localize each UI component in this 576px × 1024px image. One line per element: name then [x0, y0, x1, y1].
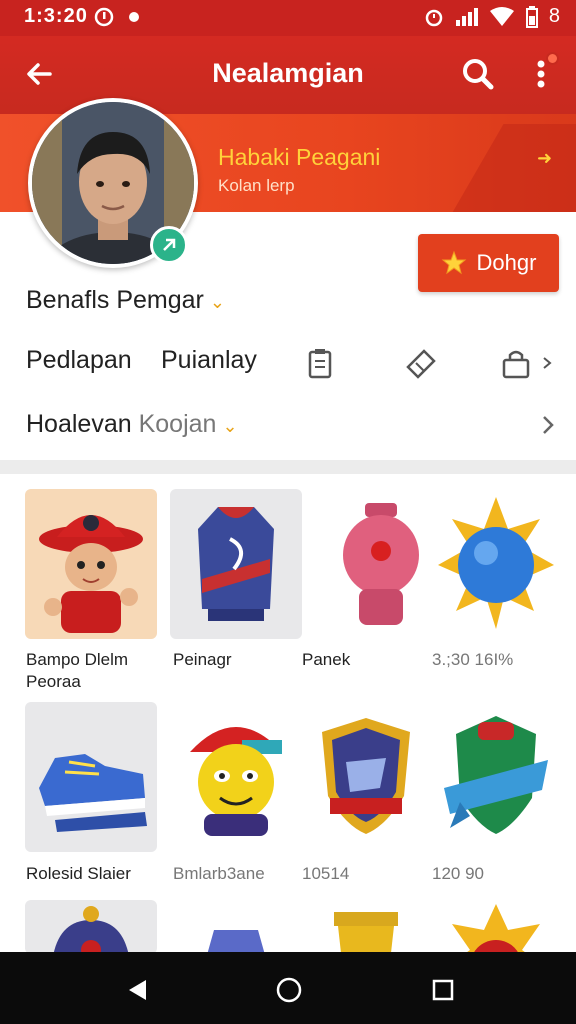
banner-decoration [428, 124, 576, 212]
item-card[interactable] [25, 900, 157, 954]
item-label: Panek [302, 650, 351, 669]
status-left-icons [94, 7, 140, 27]
chevron-down-icon: ⌄ [209, 292, 225, 312]
alarm-icon [425, 9, 443, 26]
follow-button-label: Dohgr [476, 250, 537, 275]
status-time: 1:3:20 [24, 5, 88, 27]
star-icon [441, 250, 466, 275]
jersey-vest-icon [198, 507, 274, 621]
item-grid: Bampo Dlelm Peoraa Peinagr Panek 3.;30 1… [10, 474, 566, 954]
section-header[interactable]: Hoalevan Koojan ⌄ [26, 410, 238, 439]
cap-character-icon [190, 727, 282, 836]
chevron-right-small-icon[interactable] [540, 355, 554, 371]
battery-text: 8 [548, 5, 560, 27]
item-label: 3.;30 16I% [432, 650, 514, 669]
profile-detail[interactable]: Benafls Pemgar ⌄ [26, 286, 225, 315]
verified-badge-icon [150, 226, 188, 264]
tab-right[interactable]: Puianlay [161, 346, 257, 375]
banner-arrow-icon[interactable]: ➜ [537, 148, 552, 169]
sun-badge-icon [452, 904, 540, 954]
sync-icon [94, 7, 114, 27]
vest-icon [207, 930, 265, 954]
nav-recents-icon[interactable] [431, 978, 455, 1002]
item-label: 10514 [302, 864, 350, 883]
item-card[interactable] [170, 702, 302, 852]
chevron-right-icon[interactable] [538, 412, 558, 438]
shield-emblem-icon [322, 718, 410, 834]
vase-icon [343, 503, 419, 625]
item-card[interactable] [430, 489, 562, 639]
item-label: 120 90 [432, 864, 484, 883]
section-divider [0, 460, 576, 474]
fireman-character-icon [39, 515, 143, 633]
status-bar: 1:3:20 8 [0, 0, 576, 36]
status-right-icons: 8 [423, 5, 560, 28]
profile-subtitle: Kolan lerp [218, 176, 295, 195]
profile-detail-label: Benafls Pemgar [26, 286, 204, 314]
wifi-icon [489, 6, 514, 26]
item-label: Bampo Dlelm [26, 650, 129, 669]
follow-button[interactable]: Dohgr [418, 234, 559, 292]
clipboard-icon[interactable] [303, 346, 337, 380]
item-card[interactable] [430, 900, 562, 954]
chevron-down-icon: ⌄ [222, 416, 238, 436]
item-card[interactable] [25, 702, 157, 852]
item-card[interactable] [430, 702, 562, 852]
signal-icon [455, 7, 478, 26]
notification-dot [546, 52, 559, 65]
profile-name: Habaki Peagani [218, 144, 381, 170]
item-card[interactable] [25, 489, 157, 639]
item-label-secondary: Peoraa [26, 672, 81, 691]
item-card[interactable] [300, 702, 432, 852]
item-label: Bmlarb3ane [173, 864, 265, 883]
nav-back-icon[interactable] [126, 978, 150, 1002]
battery-icon [525, 5, 538, 28]
navigation-bar [0, 952, 576, 1024]
item-card[interactable] [170, 489, 302, 639]
sun-orb-icon [438, 497, 554, 629]
section-subtitle: Koojan [138, 410, 217, 438]
item-label: Rolesid Slaier [26, 864, 131, 883]
sneakers-icon [39, 754, 147, 832]
item-card[interactable] [300, 900, 432, 954]
trophy-cup-icon [334, 912, 398, 954]
search-icon[interactable] [458, 54, 498, 94]
lock-icon[interactable] [499, 346, 533, 380]
item-card[interactable] [315, 489, 447, 639]
section-title: Hoalevan [26, 410, 132, 438]
banner-shield-icon [444, 716, 548, 834]
nav-home-icon[interactable] [275, 976, 303, 1004]
tab-left[interactable]: Pedlapan [26, 346, 132, 375]
dot-icon [129, 12, 139, 22]
ticket-icon[interactable] [404, 345, 438, 379]
item-card[interactable] [170, 900, 302, 954]
item-label: Peinagr [173, 650, 232, 669]
helmet-icon [53, 906, 129, 954]
